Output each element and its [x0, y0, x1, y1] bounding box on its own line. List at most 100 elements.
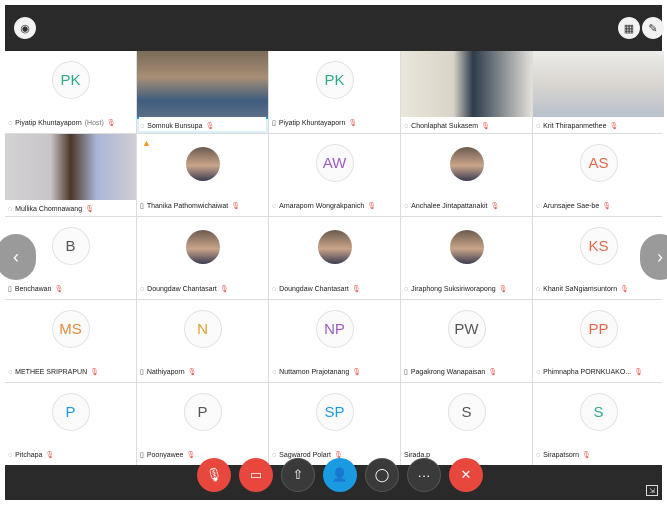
muted-mic-icon: 🎙 [219, 286, 229, 293]
minimize-icon[interactable]: ⇲ [646, 485, 658, 496]
phone-icon: ▯ [404, 369, 408, 376]
participant-label: ▯ Piyatip Khuntayaporn 🎙 [272, 117, 397, 129]
participant-label: ◌ Khanit SaNgiamsuntorn 🎙 [536, 283, 661, 295]
avatar [449, 147, 484, 181]
muted-mic-icon: 🎙 [481, 123, 490, 130]
participant-tile[interactable]: S ◌ Sirapatsorn 🎙 [533, 383, 664, 465]
next-page-button[interactable]: › [640, 234, 667, 280]
participant-label: ▯ Poonyawee 🎙 [140, 449, 265, 461]
participant-tile[interactable]: MS ◌ METHEE SRIPRAPUN 🎙 [5, 300, 136, 382]
mic-icon: ◌ [8, 205, 13, 213]
phone-icon: ▯ [140, 369, 144, 376]
participant-grid: PK ◌ Piyatip Khuntayaporn (Host) 🎙 ◌ Somnuk Bu… [5, 51, 664, 465]
avatar: KS [579, 227, 618, 265]
participant-name: Pitchapa [15, 451, 43, 459]
participant-tile[interactable]: ◌ Jiraphong Suksiriworapong 🎙 [401, 217, 532, 299]
participant-tile[interactable]: AS ◌ Arunsajee Sae-be 🎙 [533, 134, 664, 216]
more-icon: ··· [417, 467, 431, 483]
avatar: PK [51, 61, 90, 99]
mic-icon: ◌ [536, 285, 541, 293]
participant-name: Phimnapha PORNKUAKO... [543, 368, 632, 376]
participant-label: ◌ Jiraphong Suksiriworapong 🎙 [404, 283, 529, 295]
participant-label: ◌ Amaraporn Wongrakpanich 🎙 [272, 200, 397, 212]
top-bar [5, 5, 662, 51]
participant-tile[interactable]: AW ◌ Amaraporn Wongrakpanich 🎙 [269, 134, 400, 216]
participant-tile[interactable]: P ◌ Pitchapa 🎙 [5, 383, 136, 465]
participant-tile[interactable]: SP ◌ Sagwarod Polart 🎙 [269, 383, 400, 465]
participant-label: ◌ METHEE SRIPRAPUN 🎙 [8, 366, 133, 378]
video-button[interactable]: ▭ [239, 458, 273, 492]
participant-name: Benchawan [14, 285, 52, 293]
participant-name: Mullika Chomnawang [15, 205, 83, 213]
avatar: MS [51, 310, 90, 348]
mic-icon: ◌ [272, 451, 277, 459]
participant-name: Nuttamon Prajotanang [279, 368, 350, 376]
participant-name: Jiraphong Suksiriworapong [411, 285, 496, 293]
mic-icon: ◌ [536, 451, 541, 459]
participant-tile[interactable]: PW ▯ Pagakrong Wanapaisan 🎙 [401, 300, 532, 382]
phone-icon: ▯ [272, 120, 276, 127]
participant-tile[interactable]: PK ◌ Piyatip Khuntayaporn (Host) 🎙 [5, 51, 136, 133]
phone-icon: ▯ [140, 203, 144, 210]
participant-tile[interactable]: PK ▯ Piyatip Khuntayaporn 🎙 [269, 51, 400, 133]
muted-mic-icon: 🎙 [54, 286, 64, 293]
participant-tile[interactable]: ◌ Somnuk Bunsupa 🎙 [137, 51, 268, 133]
avatar: N [183, 310, 222, 348]
participant-tile[interactable]: ◌ Mullika Chomnawang 🎙 [5, 134, 136, 216]
muted-mic-icon: 🎙 [187, 369, 197, 376]
chat-button[interactable]: ◯ [365, 458, 399, 492]
participant-tile[interactable]: NP ◌ Nuttamon Prajotanang 🎙 [269, 300, 400, 382]
participant-name: Arunsajee Sae-be [543, 202, 600, 210]
participant-tile[interactable]: ◌ Chonlaphat Sukasem 🎙 [401, 51, 532, 133]
participant-tile[interactable]: S Sirada.p [401, 383, 532, 465]
participant-tile[interactable]: PP ◌ Phimnapha PORNKUAKO... 🎙 [533, 300, 664, 382]
video-off-icon: ▭ [249, 467, 263, 482]
avatar [449, 230, 484, 264]
chat-icon: ◯ [374, 467, 390, 482]
participant-label: ◌ Pitchapa 🎙 [8, 449, 133, 461]
participant-name: Pagakrong Wanapaisan [410, 368, 486, 376]
participant-tile[interactable]: P ▯ Poonyawee 🎙 [137, 383, 268, 465]
mic-icon: ◌ [536, 202, 541, 210]
info-icon[interactable]: ◉ [14, 17, 36, 39]
mic-icon: ◌ [140, 285, 145, 293]
participants-button[interactable]: 👤 [323, 458, 357, 492]
mic-off-icon: 🎙 [205, 467, 223, 482]
layout-icon[interactable]: ▦ [618, 17, 640, 39]
participant-name: Nathiyaporn [146, 368, 185, 376]
participant-label: ◌ Sirapatsorn 🎙 [536, 449, 661, 461]
participant-tile[interactable]: ◌ Anchalee Jintapattanakit 🎙 [401, 134, 532, 216]
share-button[interactable]: ⇧ [281, 458, 315, 492]
previous-page-button[interactable]: ‹ [0, 234, 36, 280]
muted-mic-icon: 🎙 [231, 203, 241, 210]
participant-label: ◌ Somnuk Bunsupa 🎙 [137, 119, 268, 133]
participant-tile[interactable]: ◌ Krit Thirapanmethee 🎙 [533, 51, 664, 133]
mute-button[interactable]: 🎙 [197, 458, 231, 492]
participant-tile[interactable]: ◌ Doungdaw Chantasart 🎙 [269, 217, 400, 299]
participant-name: Khanit SaNgiamsuntorn [543, 285, 618, 293]
leave-button[interactable]: ✕ [449, 458, 483, 492]
participant-tile[interactable]: N ▯ Nathiyaporn 🎙 [137, 300, 268, 382]
avatar: PW [447, 310, 486, 348]
participant-label: ▯ Pagakrong Wanapaisan 🎙 [404, 366, 529, 378]
more-button[interactable]: ··· [407, 458, 441, 492]
phone-icon: ▯ [140, 452, 144, 459]
participant-name: Krit Thirapanmethee [543, 122, 607, 130]
participant-label: ◌ Mullika Chomnawang 🎙 [5, 202, 136, 216]
annotate-icon[interactable]: ✎ [642, 17, 664, 39]
avatar: NP [315, 310, 354, 348]
muted-mic-icon: 🎙 [367, 203, 377, 210]
avatar: S [447, 393, 486, 431]
participant-name: Piyatip Khuntayaporn [278, 119, 346, 127]
muted-mic-icon: 🎙 [106, 120, 116, 127]
participant-label: ◌ Krit Thirapanmethee 🎙 [533, 119, 664, 133]
participant-label: ◌ Arunsajee Sae-be 🎙 [536, 200, 661, 212]
participant-tile[interactable]: ◌ Doungdaw Chantasart 🎙 [137, 217, 268, 299]
participant-tile[interactable]: ▲ ▯ Thanika Pathomwichaiwat 🎙 [137, 134, 268, 216]
avatar: B [51, 227, 90, 265]
participant-label: ◌ Doungdaw Chantasart 🎙 [140, 283, 265, 295]
muted-mic-icon: 🎙 [186, 452, 196, 459]
muted-mic-icon: 🎙 [609, 123, 619, 130]
avatar [317, 230, 352, 264]
avatar: AS [579, 144, 618, 182]
